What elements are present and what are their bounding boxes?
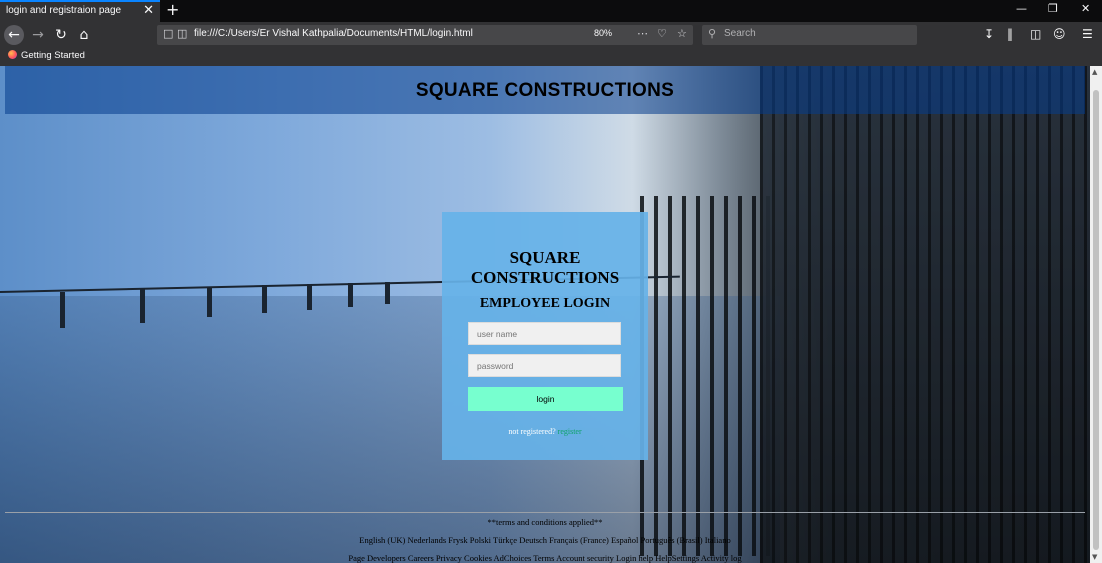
bookmark-label: Getting Started [21, 50, 85, 61]
scroll-down-icon[interactable]: ▼ [1092, 553, 1097, 561]
site-header: SQUARE CONSTRUCTIONS [5, 66, 1085, 114]
back-icon[interactable]: ← [4, 25, 24, 45]
building-facade-left [640, 196, 770, 556]
railing-post [262, 285, 267, 313]
url-bar[interactable]: □ ◫ file:///C:/Users/Er Vishal Kathpalia… [157, 25, 693, 45]
vertical-scrollbar[interactable]: ▲ ▼ [1090, 66, 1102, 563]
footer-links[interactable]: Page Developers Careers Privacy Cookies … [0, 553, 1090, 563]
register-link[interactable]: register [558, 427, 582, 436]
login-company-name: SQUARE CONSTRUCTIONS [442, 248, 648, 288]
forward-icon[interactable]: → [28, 25, 48, 45]
railing-post [60, 292, 65, 328]
zoom-level[interactable]: 80% [594, 28, 612, 38]
restore-icon[interactable]: ❐ [1048, 2, 1058, 15]
search-placeholder: Search [724, 28, 756, 39]
tab-strip: login and registraion page ✕ + — ❐ ✕ [0, 0, 1102, 22]
account-icon[interactable]: ☺ [1053, 27, 1066, 41]
permissions-icon[interactable]: ◫ [177, 27, 187, 40]
language-links[interactable]: English (UK) Nederlands Frysk Polski Tür… [0, 535, 1090, 545]
login-heading: EMPLOYEE LOGIN [479, 296, 611, 311]
railing-post [348, 283, 353, 307]
username-input[interactable] [468, 322, 621, 345]
register-prompt: not registered? register [442, 427, 648, 436]
close-window-icon[interactable]: ✕ [1081, 2, 1090, 15]
home-icon[interactable]: ⌂ [74, 25, 94, 45]
company-line-1: SQUARE [509, 248, 581, 267]
tab-login-page[interactable]: login and registraion page ✕ [0, 0, 160, 22]
login-panel: SQUARE CONSTRUCTIONS EMPLOYEE LOGIN logi… [442, 212, 648, 460]
page-actions-icon[interactable]: ⋯ [637, 27, 648, 40]
site-title: SQUARE CONSTRUCTIONS [415, 80, 675, 101]
scroll-thumb[interactable] [1093, 90, 1099, 550]
scroll-up-icon[interactable]: ▲ [1092, 68, 1097, 76]
downloads-icon[interactable]: ↧ [984, 27, 994, 41]
not-registered-text: not registered? [508, 427, 556, 436]
firefox-icon [8, 50, 17, 59]
bookmark-getting-started[interactable]: Getting Started [8, 50, 85, 61]
terms-text: **terms and conditions applied** [487, 517, 603, 527]
building-facade-right [760, 66, 1090, 563]
tab-close-icon[interactable]: ✕ [143, 3, 154, 18]
navigation-toolbar: ← → ↻ ⌂ □ ◫ file:///C:/Users/Er Vishal K… [0, 22, 1102, 48]
search-icon: ⚲ [708, 27, 717, 40]
tab-title: login and registraion page [6, 5, 122, 16]
footer-divider [5, 512, 1085, 513]
new-tab-button[interactable]: + [166, 0, 179, 19]
railing-post [140, 289, 145, 323]
library-icon[interactable]: ‖ [1007, 27, 1013, 41]
page-background: SQUARE CONSTRUCTIONS SQUARE CONSTRUCTION… [0, 66, 1090, 563]
search-bar[interactable]: ⚲ Search [702, 25, 917, 45]
reload-icon[interactable]: ↻ [51, 25, 71, 45]
bookmarks-toolbar: Getting Started [0, 48, 1102, 67]
company-line-2: CONSTRUCTIONS [470, 268, 620, 287]
password-input[interactable] [468, 354, 621, 377]
page-info-icon[interactable]: □ [163, 27, 173, 40]
railing-post [307, 284, 312, 310]
pocket-icon[interactable]: ♡ [657, 27, 667, 40]
railing-post [385, 282, 390, 304]
url-text[interactable]: file:///C:/Users/Er Vishal Kathpalia/Doc… [194, 28, 473, 39]
railing-post [207, 287, 212, 317]
sidebar-icon[interactable]: ◫ [1030, 27, 1041, 41]
login-button[interactable]: login [468, 387, 623, 411]
bookmark-star-icon[interactable]: ☆ [677, 27, 687, 40]
menu-icon[interactable]: ☰ [1082, 27, 1093, 41]
minimize-icon[interactable]: — [1016, 2, 1027, 15]
